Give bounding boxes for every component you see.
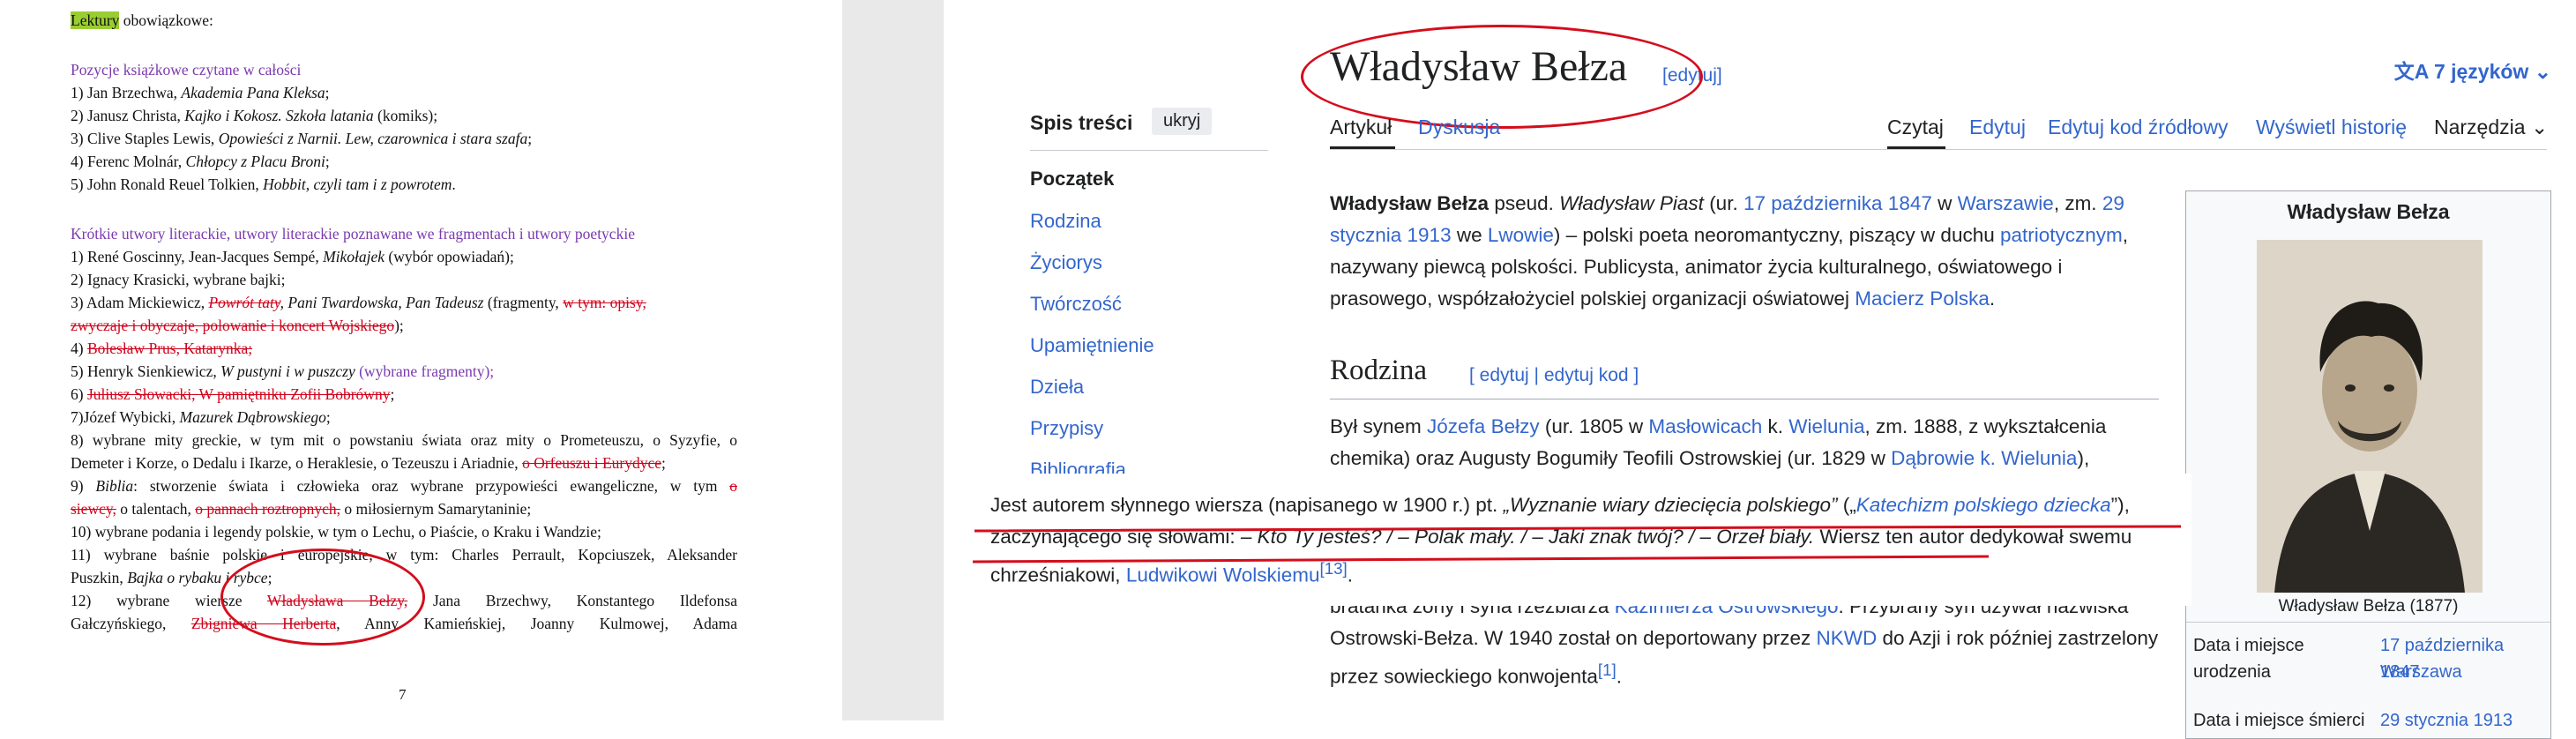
link-born-date[interactable]: 17 października 1847 — [1743, 192, 1932, 214]
list-item: 11) wybrane baśnie polskie i europejskie… — [71, 546, 737, 564]
infobox: Władysław Bełza Władysław Bełza (1877) D… — [2185, 190, 2551, 739]
infobox-divider — [2186, 622, 2550, 623]
link-patriotic[interactable]: patriotycznym — [2000, 224, 2123, 246]
list-item: 10) wybrane podania i legendy polskie, w… — [71, 523, 601, 541]
list-item: 6) Juliusz Słowacki, W pamiętniku Zofii … — [71, 385, 395, 403]
toc-item-przypisy[interactable]: Przypisy — [1030, 417, 1103, 440]
list-item: 7)Józef Wybicki, Mazurek Dąbrowskiego; — [71, 408, 331, 426]
toc-item-poczatek[interactable]: Początek — [1030, 168, 1114, 190]
red-underline — [972, 555, 1990, 564]
tab-discussion[interactable]: Dyskusja — [1418, 116, 1500, 139]
section-edit-links[interactable]: [ edytuj | edytuj kod ] — [1469, 365, 1639, 386]
section-heading-rodzina: Rodzina — [1330, 355, 1427, 386]
section-title-short-works: Krótkie utwory literackie, utwory litera… — [71, 225, 635, 243]
tab-history[interactable]: Wyświetl historię — [2256, 116, 2407, 139]
infobox-death-date[interactable]: 29 stycznia 1913 — [2380, 707, 2548, 734]
portrait-photo[interactable] — [2257, 240, 2483, 593]
chevron-down-icon: ⌄ — [2534, 60, 2551, 83]
tools-menu[interactable]: Narzędzia ⌄ — [2434, 116, 2548, 139]
toc-divider — [1030, 150, 1268, 151]
toc-item-dziela[interactable]: Dzieła — [1030, 376, 1084, 399]
link-place[interactable]: Masłowicach — [1648, 415, 1762, 437]
toc-hide-button[interactable]: ukryj — [1152, 108, 1213, 135]
red-circle-annotation — [1301, 25, 1703, 129]
list-item: 5) Henryk Sienkiewicz, W pustyni i w pus… — [71, 362, 495, 380]
list-item-continued: zwyczaje i obyczaje, polowanie i koncert… — [71, 317, 404, 334]
link-born-place[interactable]: Warszawie — [1958, 192, 2054, 214]
page-number: 7 — [399, 686, 407, 703]
link-place[interactable]: Dąbrowie k. Wielunia — [1891, 447, 2077, 469]
link-place[interactable]: Wielunia — [1788, 415, 1864, 437]
tabs-divider — [1330, 149, 2547, 150]
document-heading: Lektury obowiązkowe: — [71, 11, 213, 29]
list-item: 8) wybrane mity greckie, w tym mit o pow… — [71, 431, 737, 449]
toc-item-zyciorys[interactable]: Życiorys — [1030, 251, 1102, 274]
toc-item-rodzina[interactable]: Rodzina — [1030, 210, 1101, 233]
link-org[interactable]: Macierz Polska — [1855, 287, 1990, 310]
chevron-down-icon: ⌄ — [2530, 116, 2549, 138]
list-item-continued: siewcy, o talentach, o pannach roztropny… — [71, 500, 532, 518]
rodzina-paragraph: Był synem Józefa Bełzy (ur. 1805 w Masło… — [1330, 415, 2107, 469]
toc-item-upamietnienie[interactable]: Upamiętnienie — [1030, 334, 1154, 357]
list-item: 3) Clive Staples Lewis, Opowieści z Narn… — [71, 130, 533, 147]
list-item: 5) John Ronald Reuel Tolkien, Hobbit, cz… — [71, 175, 456, 193]
tab-article-underline — [1330, 146, 1395, 149]
list-item: 4) Ferenc Molnár, Chłopcy z Placu Broni; — [71, 153, 330, 170]
list-item: 1) René Goscinny, Jean-Jacques Sempé, Mi… — [71, 248, 514, 265]
intro-paragraph: Władysław Bełza pseud. Władysław Piast (… — [1330, 192, 2129, 310]
list-item: 9) Biblia: stworzenie świata i człowieka… — [71, 477, 737, 495]
tab-edit[interactable]: Edytuj — [1969, 116, 2026, 139]
reference-link[interactable]: [1] — [1598, 661, 1617, 679]
link-father[interactable]: Józefa Bełzy — [1427, 415, 1540, 437]
tab-article[interactable]: Artykuł — [1330, 116, 1392, 139]
red-underline — [974, 525, 2182, 533]
red-underline-annotations — [972, 525, 2182, 564]
highlighted-excerpt: Jest autorem słynnego wiersza (napisaneg… — [966, 474, 2191, 606]
toc-title: Spis treści — [1030, 111, 1133, 134]
link-died-place[interactable]: Lwowie — [1488, 224, 1554, 246]
list-item: 2) Janusz Christa, Kajko i Kokosz. Szkoł… — [71, 107, 438, 124]
wikipedia-article: Spis treści ukryj Początek Rodzina Życio… — [944, 0, 2576, 739]
list-item: 3) Adam Mickiewicz, Powrót taty, Pani Tw… — [71, 294, 646, 311]
tab-read-underline — [1887, 146, 1945, 149]
language-count: 7 języków — [2433, 60, 2529, 83]
red-circle-annotation — [220, 549, 425, 646]
highlighted-word: Lektury — [71, 11, 120, 29]
list-item: 1) Jan Brzechwa, Akademia Pana Kleksa; — [71, 84, 330, 101]
list-item: 2) Ignacy Krasicki, wybrane bajki; — [71, 271, 286, 288]
tab-read[interactable]: Czytaj — [1887, 116, 1944, 139]
list-item: 4) Bolesław Prus, Katarynka; — [71, 340, 253, 357]
document-page: Lektury obowiązkowe: Pozycje książkowe c… — [0, 0, 842, 720]
toc-item-tworczosc[interactable]: Twórczość — [1030, 293, 1122, 316]
infobox-death-label: Data i miejsce śmierci — [2193, 711, 2365, 730]
rodzina-paragraph-continued: bratanka żony i syna rzeźbiarza Kazimier… — [1330, 595, 2159, 688]
language-button[interactable]: 文A 7 języków ⌄ — [2394, 55, 2551, 85]
infobox-birth-label: Data i miejsce urodzenia — [2193, 636, 2304, 682]
portrait-image — [2257, 240, 2483, 593]
infobox-title: Władysław Bełza — [2287, 200, 2450, 223]
infobox-birth-place[interactable]: Warszawa — [2380, 659, 2548, 685]
section-title-books: Pozycje książkowe czytane w całości — [71, 61, 302, 78]
photo-caption: Władysław Bełza (1877) — [2278, 597, 2459, 616]
translate-icon: 文A — [2393, 60, 2429, 83]
link-nkwd[interactable]: NKWD — [1817, 627, 1878, 649]
viewer-gutter — [842, 0, 944, 720]
tab-edit-source[interactable]: Edytuj kod źródłowy — [2048, 116, 2229, 139]
list-item-continued: Demeter i Korze, o Dedalu i Ikarze, o He… — [71, 454, 666, 472]
